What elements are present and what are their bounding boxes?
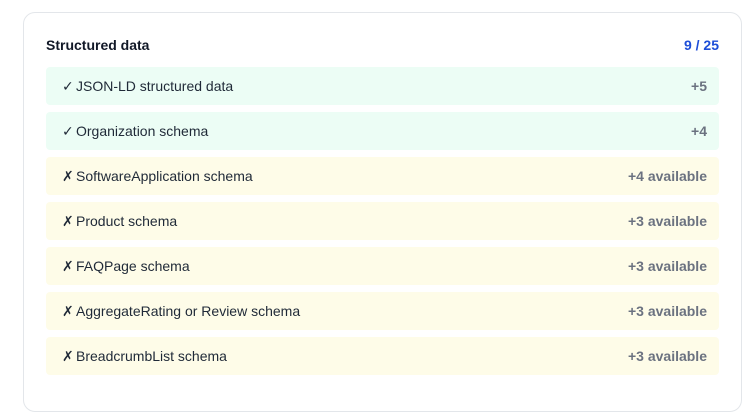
check-list: ✓ JSON-LD structured data +5 ✓ Organizat… xyxy=(46,67,719,375)
check-item-points: +4 available xyxy=(627,168,707,184)
check-item-organization: ✓ Organization schema +4 xyxy=(46,112,719,150)
check-item-label: Organization schema xyxy=(76,123,209,139)
check-item-json-ld: ✓ JSON-LD structured data +5 xyxy=(46,67,719,105)
check-item-breadcrumb-list: ✗ BreadcrumbList schema +3 available xyxy=(46,337,719,375)
section-title: Structured data xyxy=(46,37,150,53)
section-score: 9 / 25 xyxy=(683,37,719,53)
check-item-points: +3 available xyxy=(627,258,707,274)
check-item-label: Product schema xyxy=(76,213,178,229)
check-item-faqpage: ✗ FAQPage schema +3 available xyxy=(46,247,719,285)
structured-data-card: Structured data 9 / 25 ✓ JSON-LD structu… xyxy=(23,12,742,412)
check-item-label: BreadcrumbList schema xyxy=(76,348,227,364)
check-item-points: +3 available xyxy=(627,348,707,364)
check-item-points: +4 xyxy=(691,123,707,139)
check-item-label: JSON-LD structured data xyxy=(76,78,234,94)
cross-icon: ✗ xyxy=(62,167,74,184)
check-item-points: +5 xyxy=(691,78,707,94)
cross-icon: ✗ xyxy=(62,212,74,229)
check-item-product: ✗ Product schema +3 available xyxy=(46,202,719,240)
check-item-label: AggregateRating or Review schema xyxy=(76,303,301,319)
check-icon: ✓ xyxy=(62,122,74,139)
cross-icon: ✗ xyxy=(62,302,74,319)
cross-icon: ✗ xyxy=(62,347,74,364)
card-header: Structured data 9 / 25 xyxy=(46,35,719,55)
check-item-points: +3 available xyxy=(627,303,707,319)
check-item-aggregate-rating: ✗ AggregateRating or Review schema +3 av… xyxy=(46,292,719,330)
check-item-points: +3 available xyxy=(627,213,707,229)
check-item-label: FAQPage schema xyxy=(76,258,190,274)
check-item-software-application: ✗ SoftwareApplication schema +4 availabl… xyxy=(46,157,719,195)
check-icon: ✓ xyxy=(62,77,74,94)
cross-icon: ✗ xyxy=(62,257,74,274)
check-item-label: SoftwareApplication schema xyxy=(76,168,253,184)
